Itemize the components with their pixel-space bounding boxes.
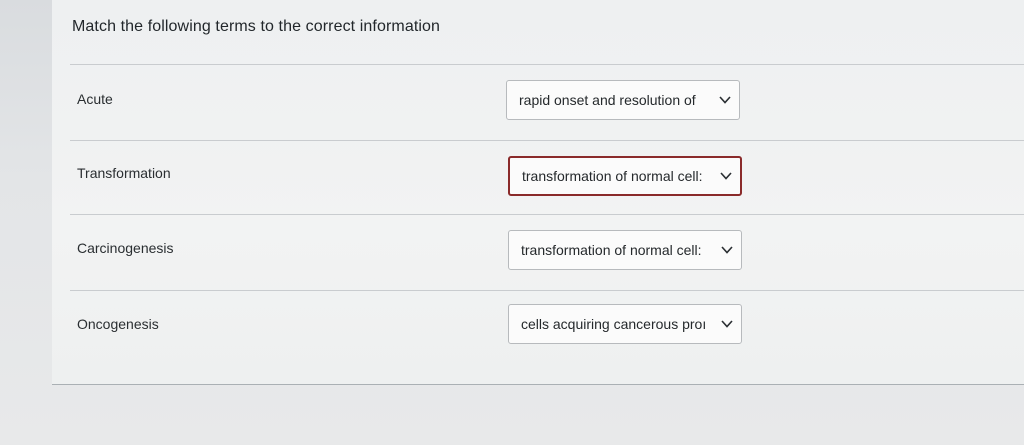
chevron-down-icon: [721, 320, 733, 328]
chevron-down-icon: [719, 96, 731, 104]
chevron-down-icon: [721, 246, 733, 254]
row-divider: [70, 64, 1024, 65]
term-label-transformation: Transformation: [77, 165, 171, 181]
chevron-down-icon: [720, 172, 732, 180]
row-divider: [70, 214, 1024, 215]
select-value: rapid onset and resolution of: [519, 92, 696, 108]
match-select-transformation[interactable]: transformation of normal cell:: [508, 156, 742, 196]
term-label-oncogenesis: Oncogenesis: [77, 316, 159, 332]
row-divider: [70, 290, 1024, 291]
question-card: Match the following terms to the correct…: [52, 0, 1024, 385]
row-divider: [70, 140, 1024, 141]
select-value: transformation of normal cell:: [521, 242, 702, 258]
match-select-carcinogenesis[interactable]: transformation of normal cell:: [508, 230, 742, 270]
card-bottom-border: [52, 384, 1024, 385]
term-label-acute: Acute: [77, 91, 113, 107]
term-label-carcinogenesis: Carcinogenesis: [77, 240, 174, 256]
question-prompt: Match the following terms to the correct…: [72, 18, 441, 35]
match-select-acute[interactable]: rapid onset and resolution of: [506, 80, 740, 120]
select-value: cells acquiring cancerous proı: [521, 316, 707, 332]
select-value: transformation of normal cell:: [522, 168, 703, 184]
match-select-oncogenesis[interactable]: cells acquiring cancerous proı: [508, 304, 742, 344]
